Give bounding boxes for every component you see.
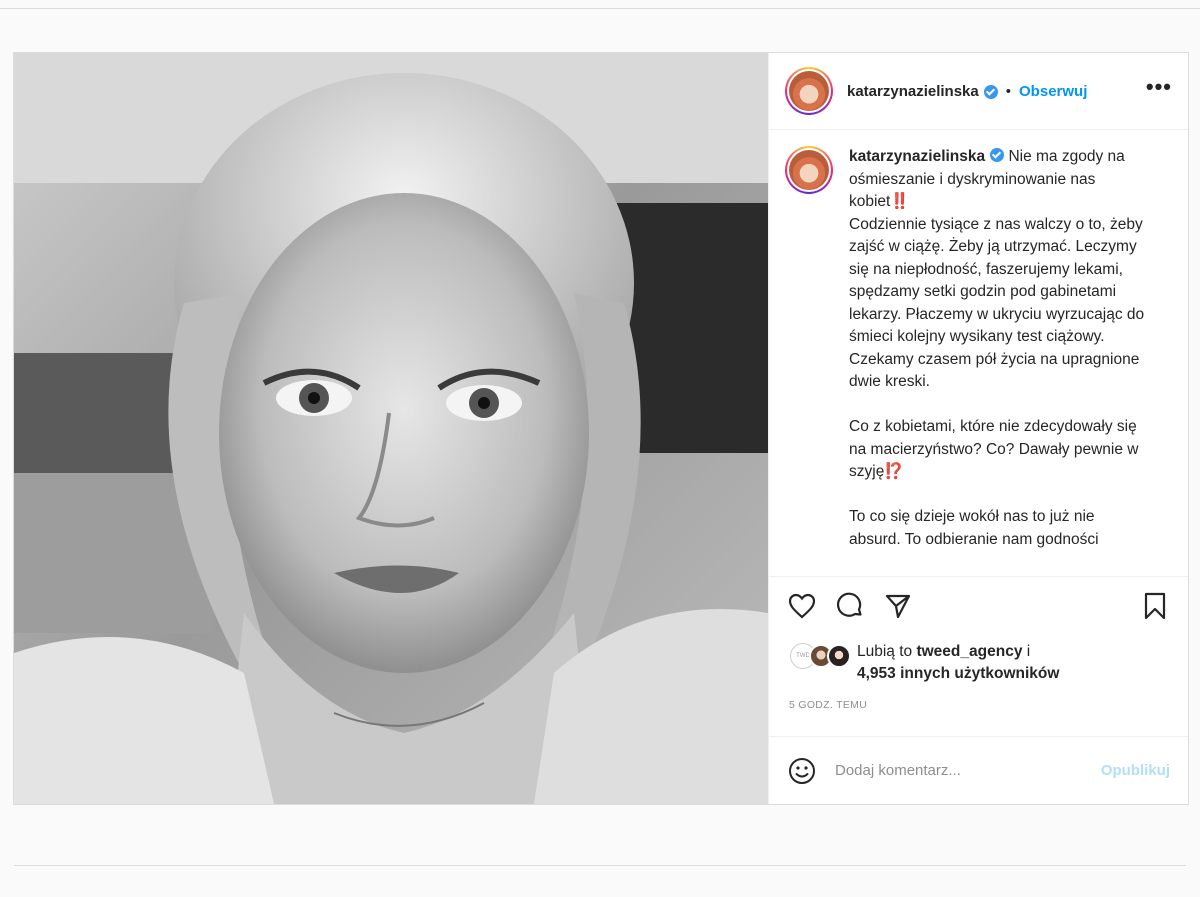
post-sidebar: katarzynazielinska • Obserwuj ••• katarz… [768, 53, 1188, 804]
caption-area[interactable]: katarzynazielinska Nie ma zgody na ośmie… [769, 130, 1188, 577]
caption: katarzynazielinska Nie ma zgody na ośmie… [849, 146, 1149, 576]
caption-author-avatar[interactable] [785, 146, 833, 194]
portrait-image [14, 53, 768, 804]
heart-icon[interactable] [785, 589, 819, 623]
liker-avatars[interactable]: TWD [787, 641, 857, 671]
comment-icon[interactable] [833, 589, 867, 623]
likes-count[interactable]: 4,953 innych użytkowników [857, 665, 1059, 682]
publish-button[interactable]: Opublikuj [1101, 762, 1170, 779]
verified-icon [990, 148, 1005, 162]
likes-text: Lubią to tweed_agency i 4,953 innych uży… [857, 643, 1060, 682]
top-divider [0, 8, 1200, 9]
verified-icon [983, 85, 998, 99]
caption-text: Nie ma zgody na ośmieszanie i dyskrymino… [849, 148, 1145, 548]
post-photo[interactable] [14, 53, 768, 804]
header-separator: • [1005, 82, 1012, 100]
bookmark-icon[interactable] [1138, 589, 1172, 623]
follow-button[interactable]: Obserwuj [1019, 83, 1087, 100]
post-header: katarzynazielinska • Obserwuj ••• [769, 53, 1188, 130]
liker-avatar[interactable] [827, 644, 851, 668]
share-icon[interactable] [881, 589, 915, 623]
more-options-icon[interactable]: ••• [1146, 76, 1172, 106]
author-username[interactable]: katarzynazielinska [847, 83, 979, 100]
likes-row: TWD Lubią to tweed_agency i 4,953 innych… [769, 635, 1188, 689]
comment-input[interactable] [835, 762, 1101, 779]
comment-bar: Opublikuj [769, 736, 1188, 804]
bottom-divider [14, 865, 1186, 866]
emoji-icon[interactable] [787, 756, 817, 786]
instagram-post: katarzynazielinska • Obserwuj ••• katarz… [13, 52, 1189, 805]
post-timestamp[interactable]: 5 GODZ. TEMU [769, 689, 1188, 729]
action-bar [769, 577, 1188, 635]
likes-username[interactable]: tweed_agency [916, 643, 1022, 660]
caption-username[interactable]: katarzynazielinska [849, 148, 985, 165]
author-avatar[interactable] [785, 67, 833, 115]
